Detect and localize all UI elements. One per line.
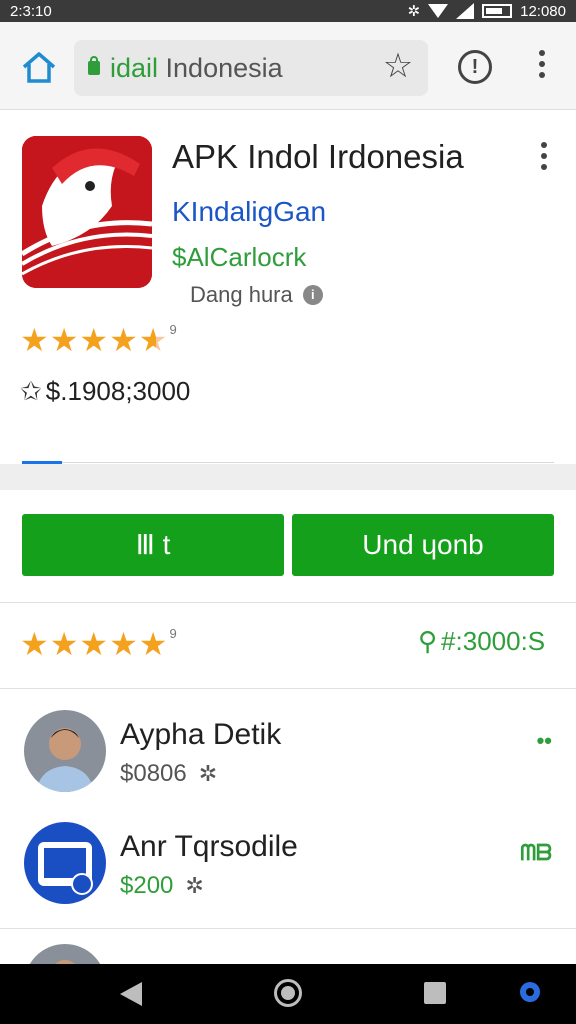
half-star-icon: ★ [138,322,168,358]
app-title: APK Indol Irdonesia [172,138,464,175]
list-item-action[interactable]: •• [537,728,552,754]
app-avatar [24,822,106,904]
secondary-action-button[interactable]: Und ɥonb [292,514,554,576]
stats-right-value: #:3000:S [441,626,546,656]
list-item-name: Anr Tqrsodile [120,830,298,863]
app-price: $AlCarlocrk [172,242,307,272]
status-time: 2:3:10 [10,2,52,20]
system-nav-bar [0,964,576,1024]
app-icon [22,136,152,288]
alert-icon[interactable]: ! [458,50,492,84]
list-item-sub: $0806 ✲ [120,760,217,788]
signal-icon [456,3,475,19]
url-path: Indonesia [158,52,283,83]
avatar [29,944,101,964]
app-status-text: Dang hura [190,282,293,307]
recents-icon[interactable] [424,982,446,1004]
rating-count: 9 [169,626,177,641]
rating-stars-full: ★ ★ ★ ★ ★ 9 [20,626,177,662]
url-bar[interactable]: idail Indonesia [74,40,428,96]
stats-value: ⚲ #:3000:S [418,626,545,657]
primary-action-button[interactable]: Ⅲ t [22,514,284,576]
rating-stars: ★ ★ ★ ★ ★ 9 [20,322,177,358]
location-pin-icon: ⚲ [418,626,438,656]
star-icon: ★ [79,626,109,662]
star-icon: ★ [79,322,109,358]
assistant-icon[interactable] [520,982,540,1002]
star-icon: ★ [49,626,79,662]
list-item-price: $0806 [120,760,187,787]
divider [0,602,576,603]
gear-icon: ✲ [185,873,204,898]
star-icon: ★ [109,626,138,662]
list-item-partial[interactable] [0,930,576,964]
bird-logo-icon [22,136,152,288]
browser-toolbar: idail Indonesia ☆ ! [0,22,576,110]
list-item-name: Ayрha Detik [120,718,282,751]
list-item-sub: $200 ✲ [120,872,204,900]
divider [0,688,576,689]
list-item-price: $200 [120,872,174,899]
home-circle-icon[interactable] [274,979,302,1007]
list-item-action[interactable]: ᗰᗷ [520,840,552,866]
star-icon: ★ [109,322,138,358]
divider [22,462,554,463]
info-icon[interactable]: i [302,285,323,305]
more-vert-icon[interactable] [528,50,556,84]
home-icon[interactable] [20,50,58,84]
back-icon[interactable] [120,982,142,1006]
star-icon: ★ [20,322,49,358]
gear-icon: ✲ [198,761,218,786]
status-battery-text: 12:080 [520,2,566,20]
wifi-icon [428,4,449,18]
downloads-row: ✩ $.1908;3000 [20,376,190,407]
divider [0,928,576,929]
app-status: Dang hura i [190,282,323,308]
star-outline-icon: ✩ [20,376,42,406]
status-icons: ✲ 12:080 [407,2,566,21]
status-bar: 2:3:10 ✲ 12:080 [0,0,576,22]
avatar [24,710,106,792]
url-domain: idail [110,52,159,83]
lock-icon [88,56,100,75]
url-text[interactable]: idail Indonesia [110,53,283,84]
list-item[interactable]: Ayрha Detik $0806 ✲ •• [0,710,576,822]
bookmark-star-icon[interactable]: ☆ [380,48,416,84]
star-icon: ★ [49,322,79,358]
section-gap [0,464,576,490]
rating-count: 9 [169,322,177,337]
downloads-value: $.1908;3000 [45,376,191,406]
bluetooth-icon: ✲ [407,3,421,20]
app-developer-link[interactable]: KIndaligGan [172,196,326,228]
star-icon: ★ [20,626,49,662]
battery-icon [482,4,513,18]
star-icon: ★ [138,626,168,662]
app-more-vert-icon[interactable] [532,142,556,172]
list-item[interactable]: Anr Tqrsodile $200 ✲ ᗰᗷ [0,822,576,934]
